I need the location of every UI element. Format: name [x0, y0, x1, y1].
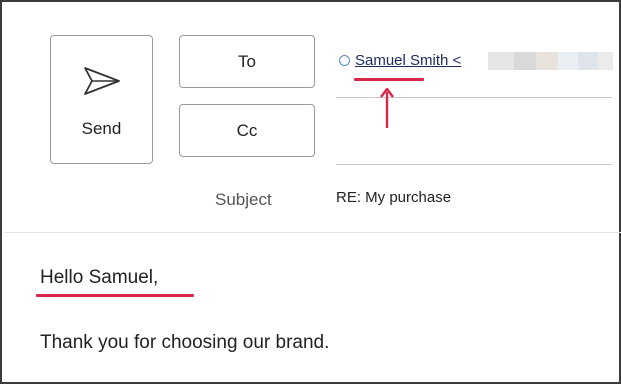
greeting-highlight-underline — [36, 294, 194, 297]
recipient-chip[interactable]: Samuel Smith < — [355, 52, 461, 69]
send-icon — [84, 67, 120, 95]
email-compose-window: Send To Cc Samuel Smith < Subject RE: My… — [0, 0, 621, 384]
redacted-email — [488, 52, 613, 70]
message-greeting[interactable]: Hello Samuel, — [40, 267, 158, 289]
subject-label: Subject — [215, 190, 272, 209]
to-recipient-field[interactable]: Samuel Smith < — [339, 52, 461, 69]
send-button-label: Send — [81, 119, 122, 138]
message-body[interactable]: Thank you for choosing our brand. — [40, 332, 329, 354]
presence-status-icon — [339, 55, 350, 66]
up-arrow-icon — [380, 87, 394, 128]
recipient-highlight-underline — [354, 78, 424, 81]
send-button[interactable]: Send — [50, 35, 153, 164]
subject-input[interactable]: RE: My purchase — [336, 189, 451, 206]
to-button[interactable]: To — [179, 35, 315, 88]
to-field-divider — [336, 97, 612, 98]
cc-button[interactable]: Cc — [179, 104, 315, 157]
cc-field-divider — [336, 164, 612, 165]
header-body-divider — [4, 232, 621, 233]
